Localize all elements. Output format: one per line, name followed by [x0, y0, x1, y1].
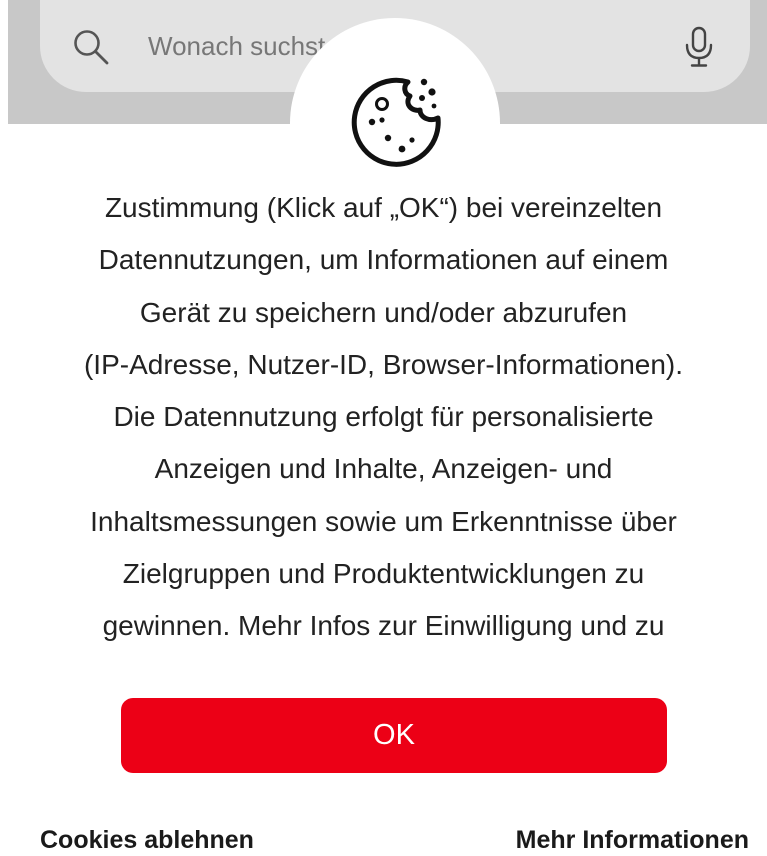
consent-line: Inhaltsmessungen sowie um Erkenntnisse ü… — [90, 505, 677, 537]
consent-line: Anzeigen und Inhalte, Anzeigen- und — [154, 453, 613, 485]
consent-line: (IP-Adresse, Nutzer-ID, Browser-Informat… — [83, 348, 684, 380]
more-info-link[interactable]: Mehr Informationen — [516, 824, 749, 856]
consent-line: Zustimmung (Klick auf „OK“) bei vereinze… — [104, 192, 663, 223]
consent-line: Datennutzungen, um Informationen auf ein… — [98, 244, 669, 276]
reject-cookies-link[interactable]: Cookies ablehnen — [40, 824, 254, 856]
consent-line: gewinnen. Mehr Infos zur Einwilligung un… — [102, 610, 665, 642]
ok-button[interactable]: OK — [121, 698, 667, 773]
consent-text: Zustimmung (Klick auf „OK“) bei vereinze… — [30, 182, 737, 646]
search-input-placeholder[interactable]: Wonach suchst — [148, 26, 325, 66]
consent-line: Gerät zu speichern und/oder abzurufen — [139, 296, 628, 328]
cookie-icon — [351, 77, 441, 167]
search-icon[interactable] — [72, 28, 110, 66]
microphone-icon[interactable] — [682, 26, 716, 68]
consent-line: Die Datennutzung erfolgt für personalisi… — [113, 401, 654, 433]
consent-line: Zielgruppen und Produktentwicklungen zu — [122, 558, 645, 590]
